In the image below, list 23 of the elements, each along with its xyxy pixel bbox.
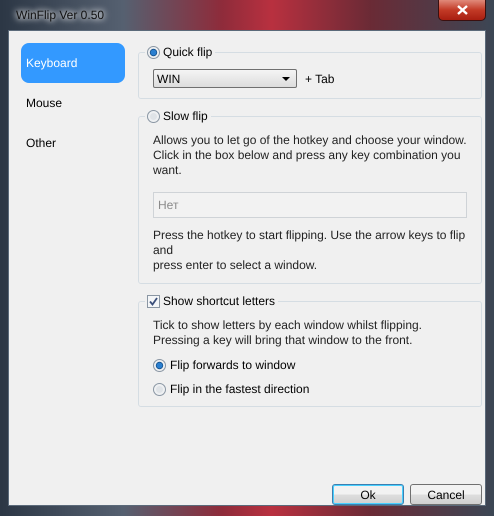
radio-button[interactable]: [147, 46, 160, 58]
radio-button[interactable]: [153, 382, 166, 396]
radio-label: Slow flip: [163, 109, 208, 123]
radio-button[interactable]: [153, 358, 166, 372]
window-title: WinFlip Ver 0.50: [16, 8, 104, 22]
caret-icon: [282, 76, 290, 80]
hotkey-dropdown[interactable]: WIN: [153, 69, 297, 88]
close-button[interactable]: [438, 0, 486, 21]
radio-label: Quick flip: [163, 45, 212, 59]
sidebar-item[interactable]: Other: [21, 123, 125, 163]
checkbox-label: Show shortcut letters: [163, 294, 276, 308]
radio-label: Flip in the fastest direction: [170, 382, 310, 396]
dialog-button[interactable]: Cancel: [410, 484, 482, 505]
description-text: Tick to show letters by each window whilst flipping. Pressing a key will bring that window to the front.: [153, 318, 424, 348]
hotkey-suffix: + Tab: [305, 72, 334, 86]
checkbox[interactable]: [147, 294, 160, 308]
help-text: Press the hotkey to start flipping. Use the arrow keys to flip and press enter to select a window.: [153, 228, 466, 273]
dialog-button[interactable]: Ok: [332, 484, 404, 505]
radio-button[interactable]: [147, 110, 160, 122]
close-icon: [456, 5, 468, 15]
description-text: Allows you to let go of the hotkey and choose your window. Click in the box below and press any key combination you want.: [153, 133, 467, 178]
radio-label: Flip forwards to window: [170, 358, 296, 372]
sidebar-item[interactable]: Mouse: [21, 83, 125, 123]
